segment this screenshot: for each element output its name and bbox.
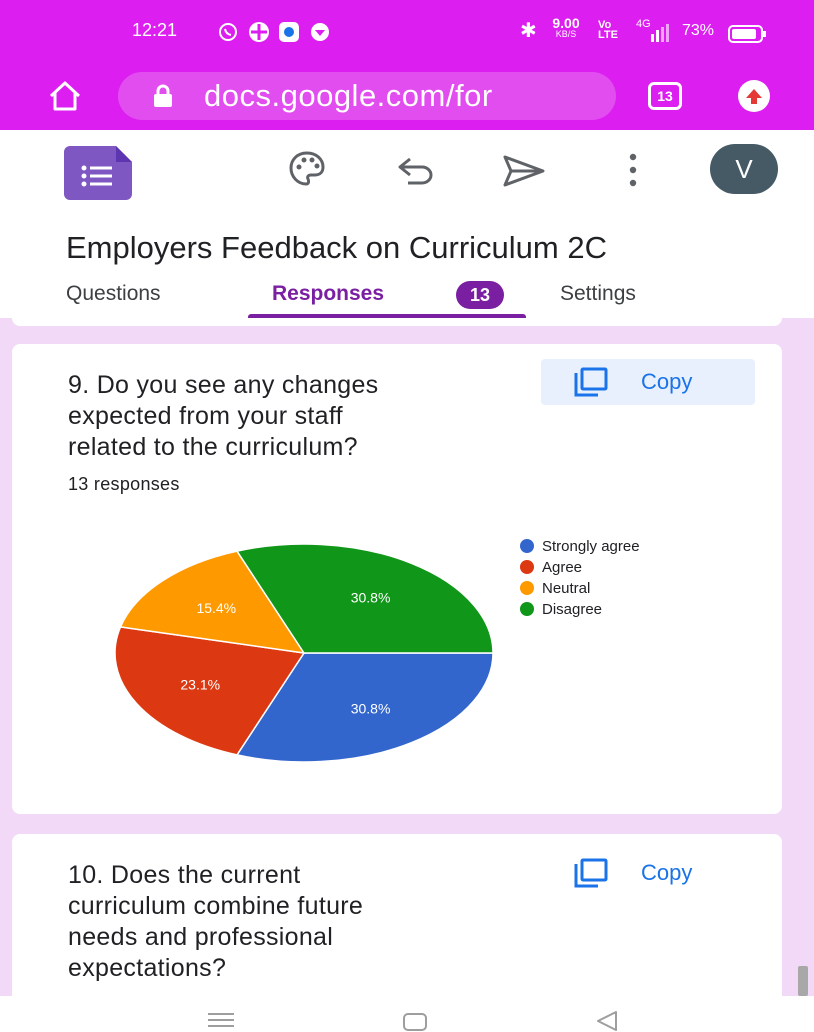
tab-responses[interactable]: Responses: [272, 282, 384, 306]
question-9-title: 9. Do you see any changes expected from …: [68, 370, 528, 463]
question-9-line: related to the curriculum?: [68, 433, 358, 461]
pie-slice-label: 30.8%: [351, 701, 391, 717]
legend-item: Agree: [520, 559, 582, 579]
lock-icon: [154, 84, 172, 107]
tab-settings[interactable]: Settings: [560, 282, 636, 306]
legend-label: Disagree: [542, 601, 603, 618]
copy-chart-button[interactable]: Copy: [541, 850, 755, 896]
legend-item: Disagree: [520, 601, 602, 621]
pie-slice-label: 23.1%: [180, 676, 220, 692]
system-navigation-bar: [0, 996, 814, 1032]
question-10-line: expectations?: [68, 954, 227, 982]
legend-swatch: [520, 539, 534, 553]
question-9-line: 9. Do you see any changes: [68, 371, 379, 399]
question-card-9: 9. Do you see any changes expected from …: [12, 344, 782, 814]
legend-swatch: [520, 581, 534, 595]
status-time: 12:21: [132, 20, 178, 40]
copy-icon: [574, 858, 608, 888]
network-type: 4G: [636, 18, 651, 30]
copy-label: Copy: [641, 860, 693, 885]
chart-legend: Strongly agree Agree Neutral Disagree: [520, 538, 720, 628]
battery-icon: [728, 25, 766, 43]
status-bar: 12:21 ✱ 9.00 KB/S Vo LTE 4G 73%: [0, 0, 814, 64]
question-10-line: needs and professional: [68, 923, 334, 951]
copy-label: Copy: [641, 369, 693, 394]
undo-icon[interactable]: [396, 156, 436, 186]
battery-percent: 73%: [682, 22, 715, 39]
responses-scroll-area[interactable]: 9. Do you see any changes expected from …: [0, 318, 814, 996]
back-nav-icon[interactable]: [594, 1010, 620, 1032]
address-bar[interactable]: docs.google.com/for: [118, 72, 616, 120]
whatsapp-icon: [219, 23, 237, 41]
chrome-notification-icon: [311, 23, 329, 41]
tab-count: 13: [657, 88, 673, 104]
menu-nav-icon[interactable]: [206, 1012, 236, 1028]
tab-questions[interactable]: Questions: [66, 282, 161, 306]
browser-toolbar: docs.google.com/for 13: [0, 64, 814, 130]
copy-chart-button[interactable]: Copy: [541, 359, 755, 405]
previous-card-bottom: [12, 318, 782, 326]
legend-swatch: [520, 602, 534, 616]
app-notification-icon: [249, 22, 269, 42]
legend-label: Agree: [542, 559, 583, 576]
home-icon[interactable]: [48, 80, 82, 112]
volte-icon: Vo LTE: [598, 19, 618, 41]
camera-app-icon: [279, 22, 299, 42]
legend-item: Strongly agree: [520, 538, 640, 558]
tab-switcher-button[interactable]: 13: [648, 82, 682, 110]
signal-icon: [651, 24, 669, 42]
responses-count: 13 responses: [68, 474, 180, 494]
form-title: Employers Feedback on Curriculum 2C: [66, 230, 607, 265]
palette-icon[interactable]: [288, 150, 326, 188]
forms-header: V Employers Feedback on Curriculum 2C Qu…: [0, 130, 814, 318]
pie-chart: 30.8% 23.1% 15.4% 30.8%: [114, 543, 494, 763]
question-9-line: expected from your staff: [68, 402, 343, 430]
pie-slice-label: 30.8%: [351, 589, 391, 605]
legend-item: Neutral: [520, 580, 590, 600]
question-card-10: 10. Does the current curriculum combine …: [12, 834, 782, 996]
network-speed-value: 9.00: [552, 15, 580, 31]
question-10-line: 10. Does the current: [68, 861, 301, 889]
url-text: docs.google.com/for: [204, 78, 493, 113]
scrollbar-thumb[interactable]: [798, 966, 808, 996]
google-forms-logo-icon[interactable]: [64, 146, 132, 200]
avatar[interactable]: V: [710, 144, 778, 194]
avatar-letter: V: [735, 154, 753, 184]
copy-icon: [574, 367, 608, 397]
responses-count-badge: 13: [456, 281, 504, 309]
home-nav-icon[interactable]: [402, 1012, 428, 1032]
update-icon[interactable]: [736, 78, 772, 114]
send-icon[interactable]: [502, 154, 546, 188]
question-10-line: curriculum combine future: [68, 892, 364, 920]
legend-label: Neutral: [542, 580, 591, 597]
question-10-title: 10. Does the current curriculum combine …: [68, 860, 528, 984]
legend-swatch: [520, 560, 534, 574]
legend-label: Strongly agree: [542, 538, 640, 555]
network-speed: 9.00 KB/S: [546, 15, 586, 40]
pie-slice-label: 15.4%: [196, 600, 236, 616]
bluetooth-icon: ✱: [520, 20, 537, 42]
more-vert-icon[interactable]: [626, 152, 640, 188]
